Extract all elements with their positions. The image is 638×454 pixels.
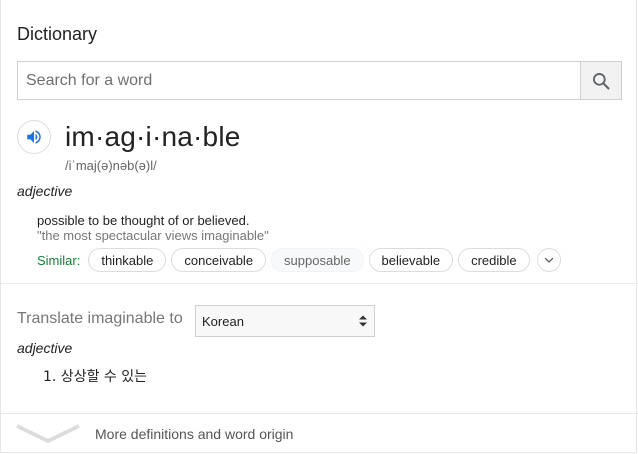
- translate-label: Translate imaginable to: [17, 310, 183, 327]
- translation-item: 1. 상상할 수 있는: [43, 369, 147, 385]
- search-icon: [593, 72, 610, 89]
- translation-part-of-speech: adjective: [17, 340, 73, 356]
- expand-similar-button[interactable]: [536, 248, 561, 272]
- similar-chip-thinkable[interactable]: thinkable: [88, 248, 167, 272]
- chevron-down-icon: [544, 257, 553, 263]
- headword: im·ag·i·na·ble: [65, 121, 241, 152]
- dictionary-card: Dictionary im·ag·i·na·ble /iˈmaj(ə)nəb(ə…: [0, 0, 638, 453]
- similar-chip-believable[interactable]: believable: [368, 248, 454, 272]
- example-sentence: "the most spectacular views imaginable": [37, 228, 269, 243]
- search-input[interactable]: [18, 62, 580, 99]
- search-button[interactable]: [580, 62, 621, 99]
- search-box: [17, 61, 622, 100]
- more-definitions-link[interactable]: More definitions and word origin: [1, 414, 638, 453]
- similar-chip-supposable[interactable]: supposable: [271, 248, 364, 272]
- language-select[interactable]: Korean: [195, 305, 375, 337]
- similar-chip-credible[interactable]: credible: [458, 248, 530, 272]
- card-title: Dictionary: [17, 24, 98, 44]
- similar-label: Similar:: [37, 252, 81, 268]
- chevron-down-icon: [16, 424, 80, 443]
- pronunciation-button[interactable]: [17, 120, 51, 154]
- language-select-value: Korean: [202, 313, 244, 329]
- more-definitions-label: More definitions and word origin: [95, 426, 294, 442]
- similar-words-row: Similar: thinkable conceivable supposabl…: [37, 248, 561, 272]
- part-of-speech: adjective: [17, 183, 73, 199]
- similar-chip-conceivable[interactable]: conceivable: [171, 248, 267, 272]
- speaker-icon: [27, 130, 41, 144]
- definition-text: possible to be thought of or believed.: [37, 213, 250, 228]
- select-arrows-icon: [359, 315, 367, 327]
- phonetic-spelling: /iˈmaj(ə)nəb(ə)l/: [65, 158, 157, 173]
- section-divider: [1, 283, 638, 284]
